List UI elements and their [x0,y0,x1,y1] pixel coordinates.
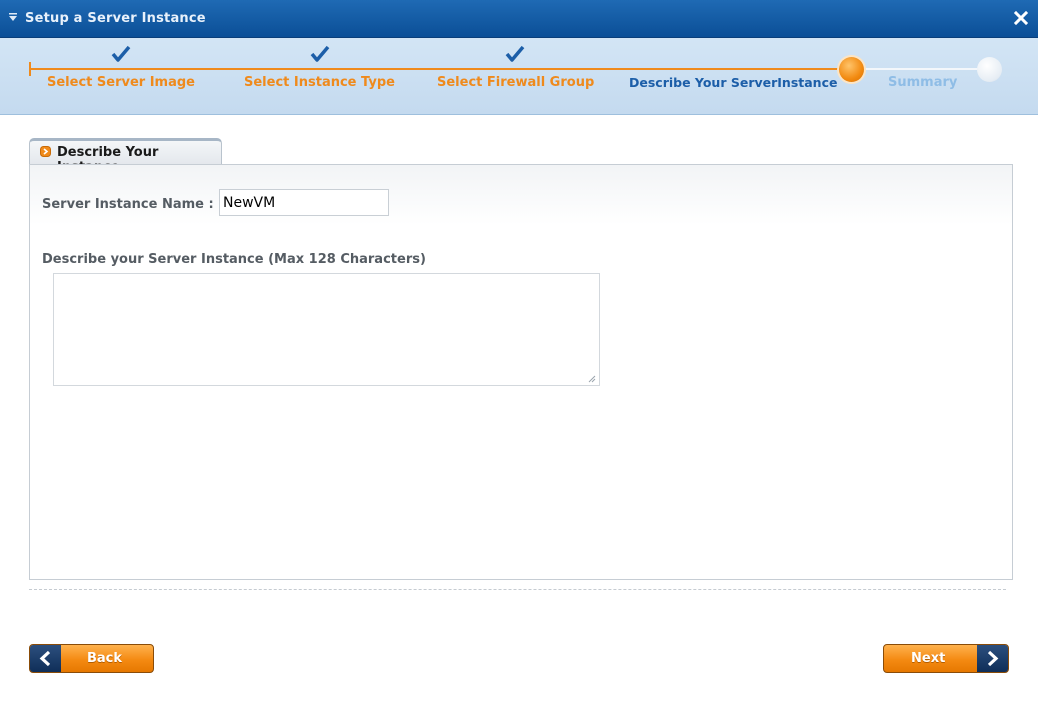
arrow-bullet-icon [40,146,51,157]
close-icon[interactable] [1014,11,1028,25]
back-button-label: Back [87,651,123,666]
description-textarea[interactable] [53,273,600,386]
describe-instance-panel: Server Instance Name : Describe your Ser… [29,164,1013,580]
current-step-indicator [839,57,864,82]
resize-grip-icon[interactable] [587,374,596,383]
chevron-left-icon [39,650,51,667]
back-button[interactable]: Back [29,644,154,673]
window-title: Setup a Server Instance [25,11,206,26]
step-describe-server-instance: Describe Your ServerInstance [629,75,838,90]
next-button[interactable]: Next [883,644,1009,673]
server-instance-name-label: Server Instance Name : [42,197,214,212]
chevron-right-icon [987,650,999,667]
step-summary: Summary [888,75,958,90]
collapse-menu-icon[interactable] [9,13,17,23]
footer-divider [29,589,1006,590]
panel-header-shade [30,165,1012,225]
progress-line-remaining [852,68,990,70]
next-button-label: Next [911,651,946,666]
progress-line-complete [30,68,852,70]
tab-describe-your-instance[interactable]: Describe Your Instance [29,138,222,175]
step-select-server-image[interactable]: Select Server Image [47,75,195,90]
title-bar: Setup a Server Instance [0,0,1038,38]
step-select-instance-type[interactable]: Select Instance Type [244,75,395,90]
step-select-firewall-group[interactable]: Select Firewall Group [437,75,594,90]
check-icon [111,45,131,62]
check-icon [310,45,330,62]
server-instance-name-input[interactable] [219,189,389,216]
wizard-progress: Select Server Image Select Instance Type… [0,38,1038,115]
back-arrow-box [30,645,61,672]
check-icon [505,45,525,62]
pending-step-indicator [977,57,1002,82]
next-arrow-box [977,645,1008,672]
description-label: Describe your Server Instance (Max 128 C… [42,252,426,267]
